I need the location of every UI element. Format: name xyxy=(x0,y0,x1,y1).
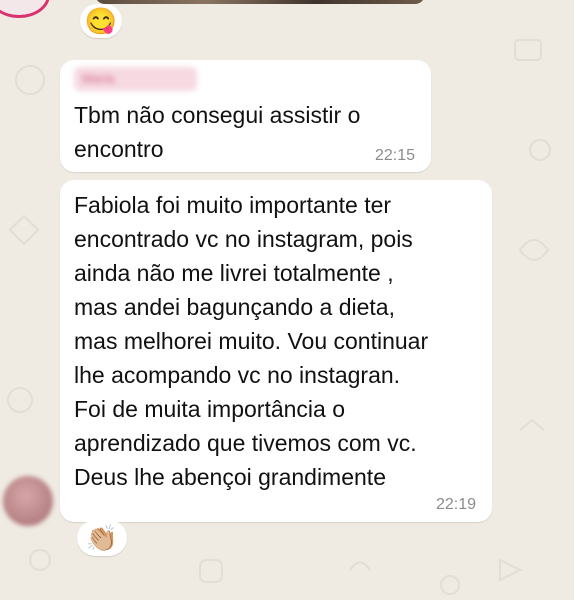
contact-avatar-icon[interactable] xyxy=(3,476,53,526)
message-text: Tbm não consegui assistir o encontro xyxy=(74,102,361,162)
message-timestamp: 22:19 xyxy=(435,496,476,513)
clapping-hands-icon: 👏🏼 xyxy=(85,522,119,553)
message-text: Fabiola foi muito importante ter encontr… xyxy=(74,192,429,490)
yum-emoji-icon: 😋 xyxy=(84,5,118,36)
reaction-badge-clap[interactable]: 👏🏼 xyxy=(77,520,127,556)
message-bubble[interactable]: Fabiola foi muito importante ter encontr… xyxy=(60,180,492,522)
reaction-badge-yum[interactable]: 😋 xyxy=(80,4,122,38)
media-preview[interactable] xyxy=(95,0,425,4)
sender-name[interactable]: Maria xyxy=(74,67,197,91)
message-bubble[interactable]: Maria Tbm não consegui assistir o encont… xyxy=(60,60,431,172)
story-ring-icon[interactable] xyxy=(0,0,50,18)
message-timestamp: 22:15 xyxy=(374,147,415,164)
